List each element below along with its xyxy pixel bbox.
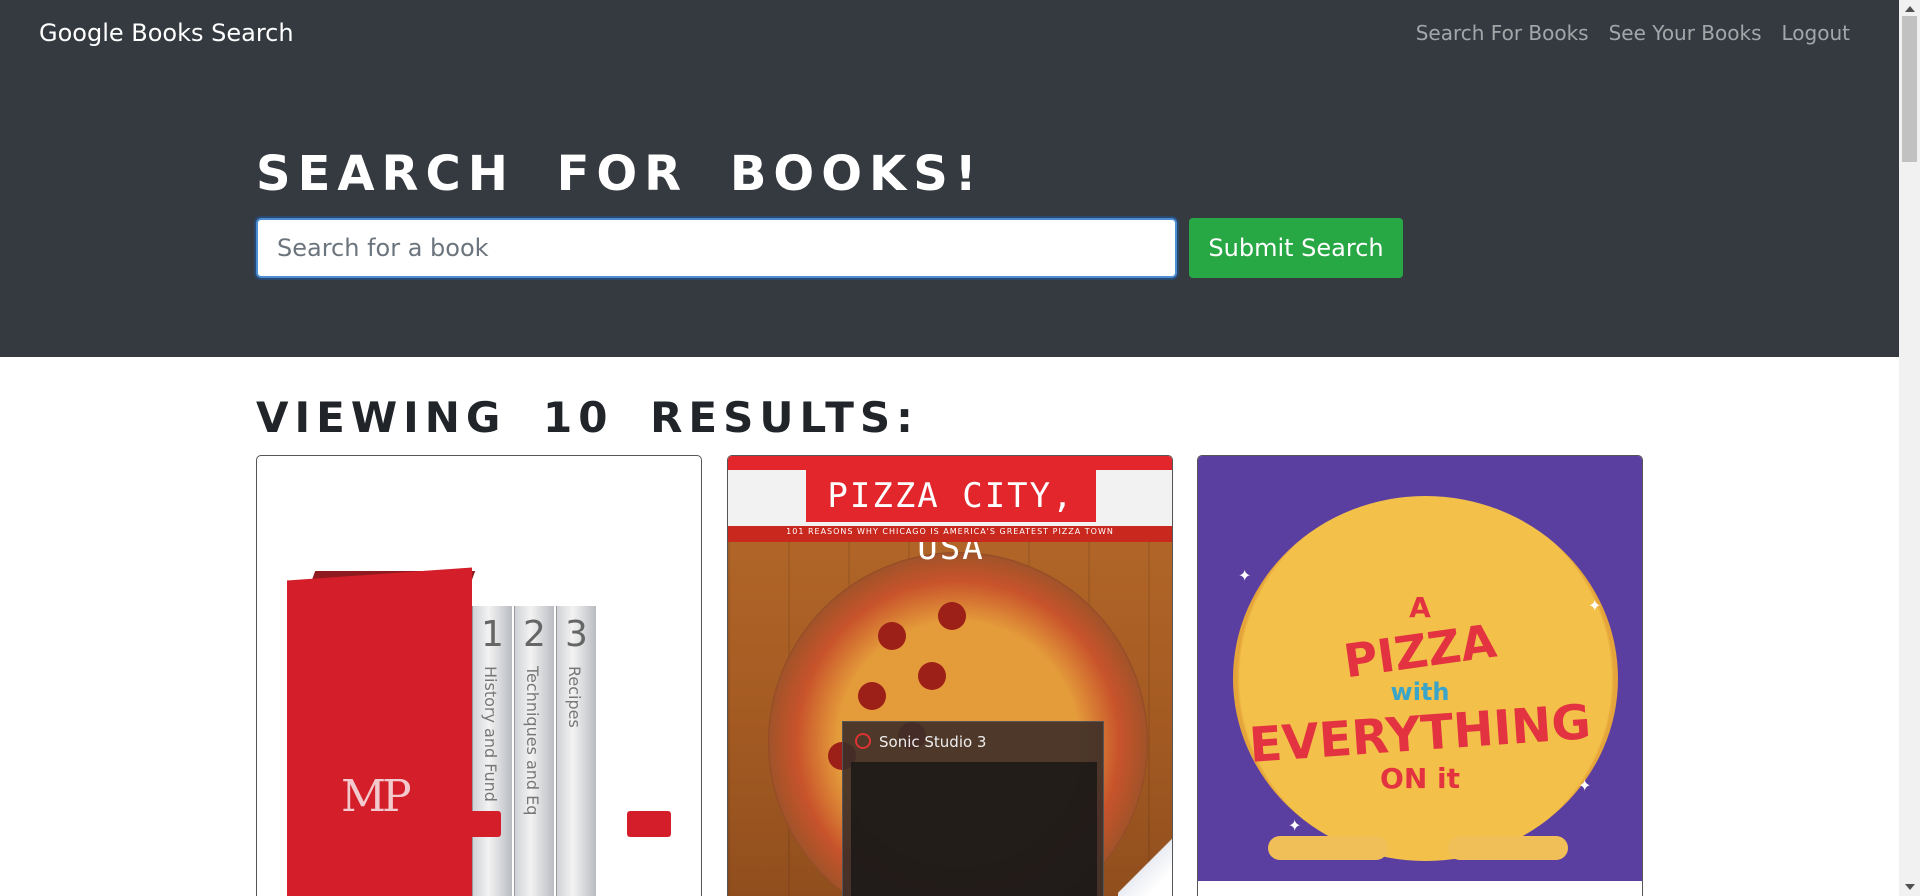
volume-number: 1	[481, 614, 504, 655]
overlay-title: Sonic Studio 3	[879, 733, 987, 751]
book-card: ✦ ✦ ✦ ✦ A PIZZA with EVERYTHING ON it	[1197, 455, 1643, 896]
ribbon	[457, 811, 501, 837]
box-case	[287, 567, 472, 896]
cover-logo: MP	[341, 771, 412, 822]
spine-label: History and Fund	[481, 666, 500, 802]
spine-label: Recipes	[565, 666, 584, 728]
sonic-studio-icon	[855, 733, 871, 749]
cover-title: PIZZA CITY, USA	[806, 470, 1096, 568]
search-input[interactable]	[254, 216, 1179, 280]
pepperoni	[918, 662, 946, 690]
overlay-window: Sonic Studio 3	[842, 721, 1104, 896]
nav-links: Search For Books See Your Books Logout	[1416, 21, 1860, 45]
scroll-down-icon[interactable]	[1905, 884, 1915, 890]
pepperoni	[858, 682, 886, 710]
volume-spine: 1 History and Fund	[472, 606, 512, 896]
cover-header: PIZZA CITY, USA 101 REASONS WHY CHICAGO …	[728, 456, 1172, 568]
brand-link[interactable]: Google Books Search	[39, 19, 294, 47]
volume-number: 2	[523, 614, 546, 655]
book-cover-image: MP 1 History and Fund 2 Techniques and E…	[257, 456, 701, 896]
volume-number: 3	[565, 614, 588, 655]
star-icon: ✦	[1238, 566, 1252, 585]
illustrator-badge	[1448, 836, 1568, 860]
volume-spine: 3 Recipes	[556, 606, 596, 896]
volume-spine: 2 Techniques and Eq	[514, 606, 554, 896]
navbar: Google Books Search Search For Books See…	[0, 0, 1899, 66]
book-card: PIZZA CITY, USA 101 REASONS WHY CHICAGO …	[727, 455, 1173, 896]
flag-stripe	[728, 456, 1172, 470]
page-peel	[1118, 830, 1172, 896]
nav-logout[interactable]: Logout	[1782, 21, 1850, 45]
cover-subtitle: 101 REASONS WHY CHICAGO IS AMERICA'S GRE…	[786, 527, 1114, 536]
pepperoni	[938, 602, 966, 630]
page-scrollbar[interactable]	[1899, 0, 1920, 896]
book-card: MP 1 History and Fund 2 Techniques and E…	[256, 455, 702, 896]
nav-see-your-books[interactable]: See Your Books	[1609, 21, 1762, 45]
book-cover-image: PIZZA CITY, USA 101 REASONS WHY CHICAGO …	[728, 456, 1172, 896]
pepperoni	[878, 622, 906, 650]
author-badge	[1268, 836, 1388, 860]
overlay-panel	[851, 762, 1097, 896]
submit-search-button[interactable]: Submit Search	[1189, 218, 1403, 278]
ribbon	[627, 811, 671, 837]
nav-search-for-books[interactable]: Search For Books	[1416, 21, 1589, 45]
cover-title: A PIZZA with EVERYTHING ON it	[1198, 591, 1642, 795]
scroll-up-icon[interactable]	[1905, 6, 1915, 12]
spine-label: Techniques and Eq	[523, 666, 542, 816]
book-cover-image: ✦ ✦ ✦ ✦ A PIZZA with EVERYTHING ON it	[1198, 456, 1642, 896]
results-heading: Viewing 10 results:	[256, 393, 919, 442]
search-hero: Search for Books! Submit Search	[0, 66, 1899, 357]
scroll-thumb[interactable]	[1902, 16, 1917, 162]
hero-title: Search for Books!	[256, 146, 984, 202]
star-icon: ✦	[1288, 816, 1302, 835]
